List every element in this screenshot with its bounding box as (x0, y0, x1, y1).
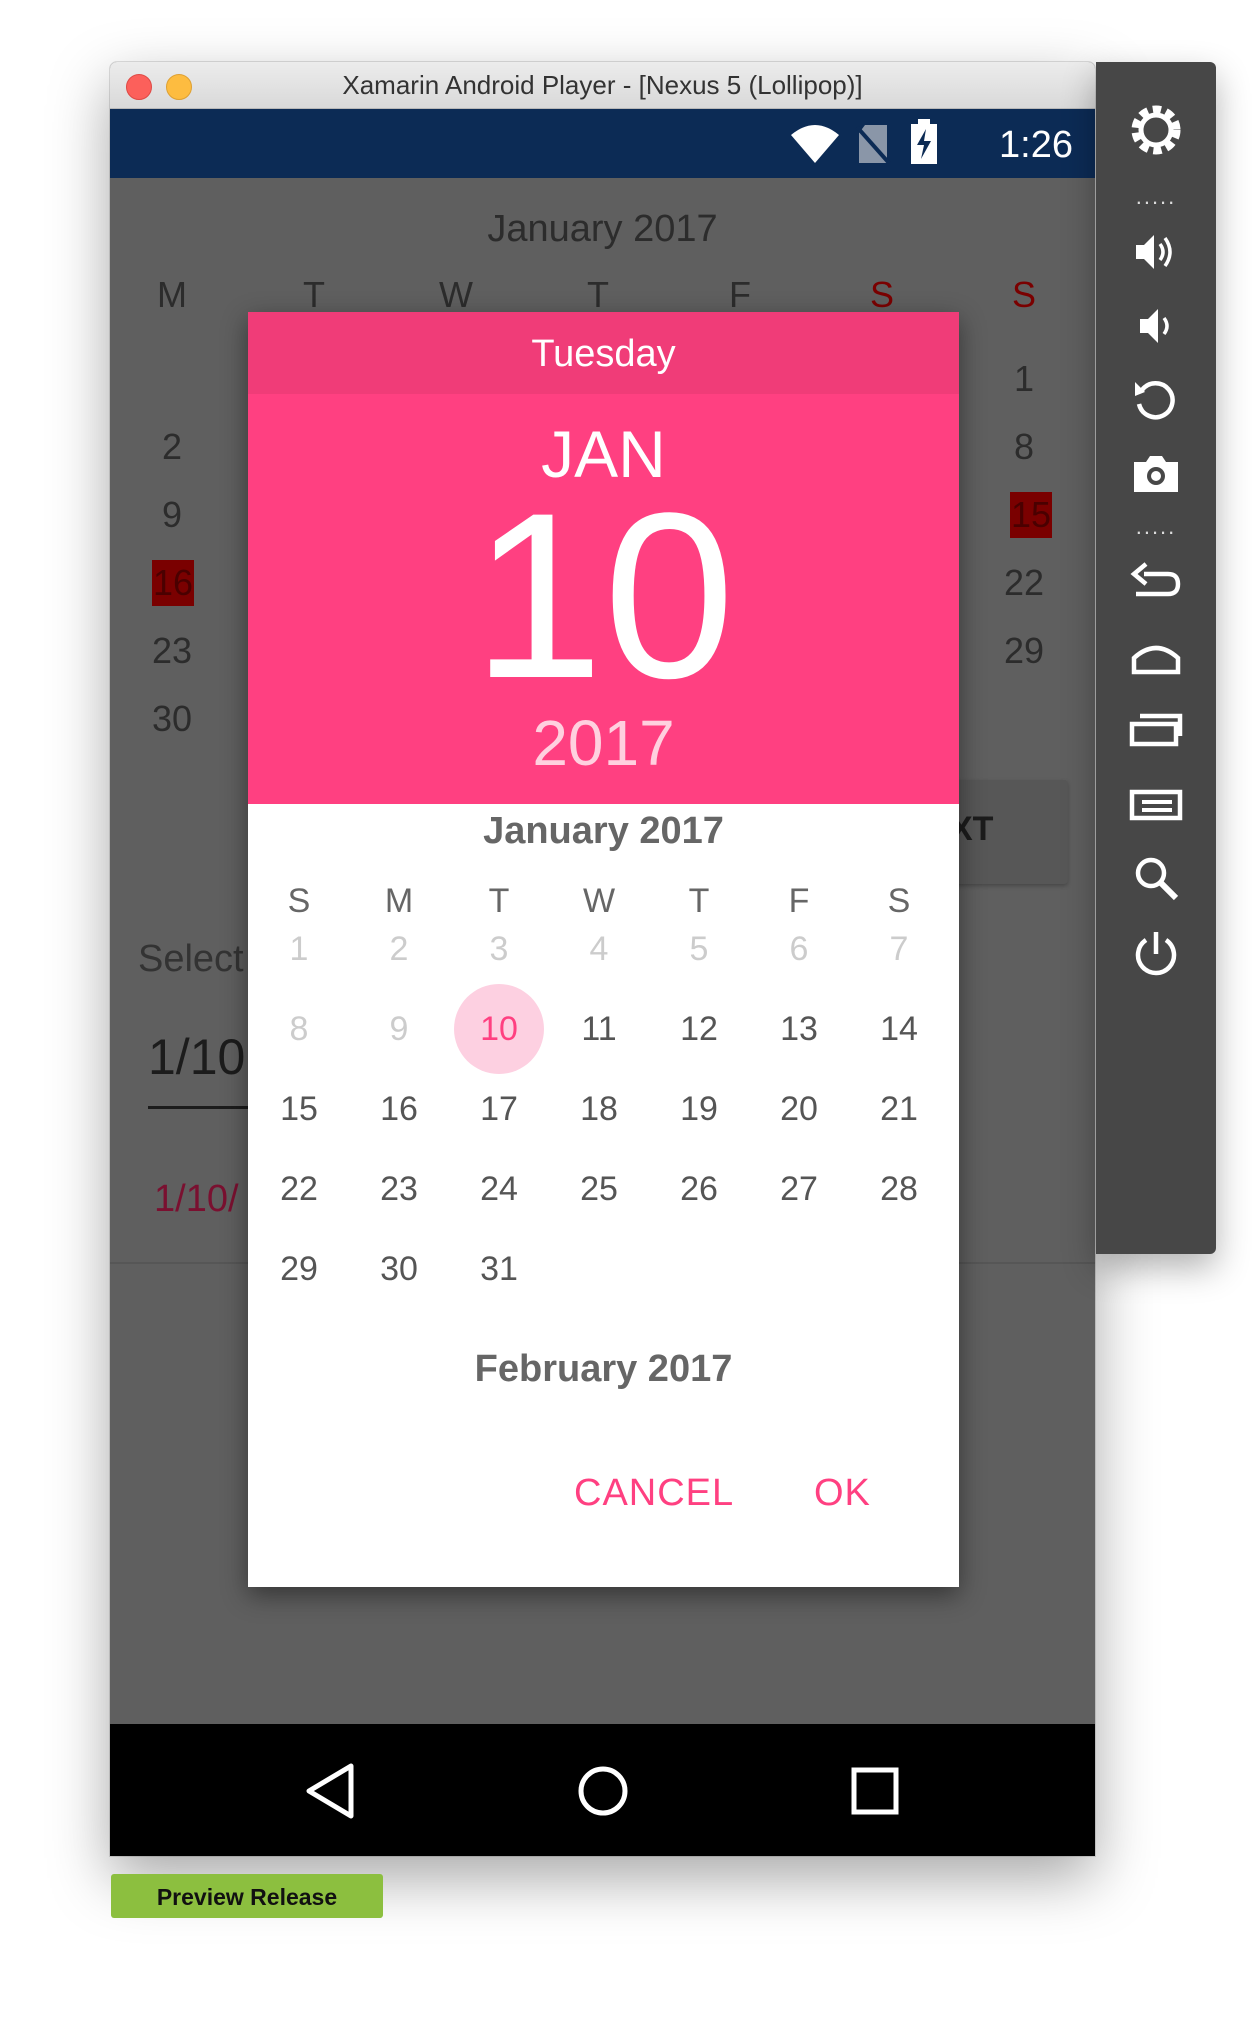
calendar-day: 9 (389, 1010, 409, 1048)
settings-icon[interactable] (1126, 100, 1186, 160)
no-sim-icon (855, 125, 891, 165)
calendar-day: 4 (589, 930, 609, 968)
calendar-day[interactable]: 28 (854, 1144, 944, 1234)
bg-weekday: T (587, 274, 609, 315)
rotate-icon[interactable] (1126, 370, 1186, 430)
camera-icon[interactable] (1126, 444, 1186, 504)
date-picker-dialog: Tuesday JAN 10 2017 January 2017 S M T W… (248, 312, 959, 1587)
calendar-day[interactable]: 12 (654, 984, 744, 1074)
bg-day-highlighted[interactable]: 16 (152, 560, 194, 606)
bg-weekday: S (869, 274, 894, 315)
power-icon[interactable] (1126, 924, 1186, 984)
calendar-day: 5 (689, 930, 709, 968)
calendar-day[interactable]: 15 (254, 1064, 344, 1154)
status-time: 1:26 (999, 124, 1073, 166)
emulator-toolbar: ..... ..... (1096, 62, 1216, 1254)
search-icon[interactable] (1126, 848, 1186, 908)
android-nav-bar (110, 1724, 1095, 1856)
bg-weekday: F (729, 274, 751, 315)
calendar-day[interactable]: 21 (854, 1064, 944, 1154)
ok-button[interactable]: OK (814, 1472, 871, 1515)
calendar-day[interactable]: 23 (354, 1144, 444, 1234)
calendar-day: 8 (289, 1010, 309, 1048)
home-icon[interactable] (1126, 626, 1186, 686)
back-nav-icon[interactable] (295, 1756, 365, 1826)
cancel-button[interactable]: CANCEL (574, 1472, 734, 1515)
calendar-month-title: January 2017 (483, 810, 724, 852)
calendar-day[interactable]: 31 (454, 1224, 544, 1314)
bg-weekday: W (439, 274, 473, 315)
menu-icon[interactable] (1126, 774, 1186, 834)
calendar-day[interactable]: 27 (754, 1144, 844, 1234)
bg-day[interactable]: 2 (142, 424, 202, 470)
dialog-year[interactable]: 2017 (248, 706, 959, 780)
calendar-day[interactable]: 26 (654, 1144, 744, 1234)
recents-nav-icon[interactable] (840, 1756, 910, 1826)
background-button[interactable]: XT (950, 780, 1068, 884)
calendar-day[interactable]: 29 (254, 1224, 344, 1314)
selected-date-label: 1/10/ (154, 1178, 239, 1220)
bg-day-highlighted[interactable]: 15 (1010, 492, 1052, 538)
bg-weekday: T (303, 274, 325, 315)
calendar-day[interactable]: 18 (554, 1064, 644, 1154)
select-label: Select (138, 938, 244, 980)
home-nav-icon[interactable] (568, 1756, 638, 1826)
calendar-day[interactable]: 17 (454, 1064, 544, 1154)
next-month-title: February 2017 (474, 1348, 733, 1390)
wifi-icon (791, 125, 839, 163)
calendar-day: 6 (789, 930, 809, 968)
bg-day[interactable]: 30 (142, 696, 202, 742)
calendar-day-selected[interactable]: 10 (454, 984, 544, 1074)
calendar-day[interactable]: 11 (554, 984, 644, 1074)
window-title: Xamarin Android Player - [Nexus 5 (Lolli… (342, 70, 863, 100)
volume-down-icon[interactable] (1126, 296, 1186, 356)
bg-weekday: S (1011, 274, 1036, 315)
battery-charging-icon (911, 119, 937, 164)
dialog-day-name: Tuesday (248, 312, 959, 394)
recent-apps-icon[interactable] (1126, 700, 1186, 760)
bg-weekday: M (157, 274, 187, 315)
bg-day[interactable]: 1 (994, 356, 1054, 402)
bg-day[interactable]: 23 (142, 628, 202, 674)
bg-day[interactable]: 29 (994, 628, 1054, 674)
back-icon[interactable] (1126, 552, 1186, 612)
dialog-day-number[interactable]: 10 (248, 478, 959, 714)
window-titlebar[interactable]: Xamarin Android Player - [Nexus 5 (Lolli… (110, 62, 1095, 109)
calendar-day[interactable]: 24 (454, 1144, 544, 1234)
calendar-day[interactable]: 20 (754, 1064, 844, 1154)
preview-release-badge: Preview Release (111, 1874, 383, 1918)
toolbar-separator: ..... (1135, 184, 1177, 209)
calendar-day[interactable]: 14 (854, 984, 944, 1074)
calendar-day[interactable]: 22 (254, 1144, 344, 1234)
calendar-day: 3 (489, 930, 509, 968)
bg-day[interactable]: 9 (142, 492, 202, 538)
date-field[interactable]: 1/10 (148, 1028, 245, 1086)
toolbar-separator: ..... (1135, 514, 1177, 539)
bg-day[interactable]: 8 (994, 424, 1054, 470)
background-month-title: January 2017 (487, 208, 718, 250)
dialog-date-header: JAN 10 2017 (248, 394, 959, 804)
date-field-underline (148, 1106, 258, 1109)
calendar-day[interactable]: 19 (654, 1064, 744, 1154)
android-status-bar: 1:26 (110, 109, 1095, 178)
bg-day[interactable]: 22 (994, 560, 1054, 606)
volume-up-icon[interactable] (1126, 222, 1186, 282)
calendar-day: 1 (289, 930, 309, 968)
calendar-day[interactable]: 30 (354, 1224, 444, 1314)
calendar-day: 7 (889, 930, 909, 968)
calendar-day: 2 (389, 930, 409, 968)
calendar-day[interactable]: 16 (354, 1064, 444, 1154)
calendar-day[interactable]: 25 (554, 1144, 644, 1234)
calendar-day[interactable]: 13 (754, 984, 844, 1074)
